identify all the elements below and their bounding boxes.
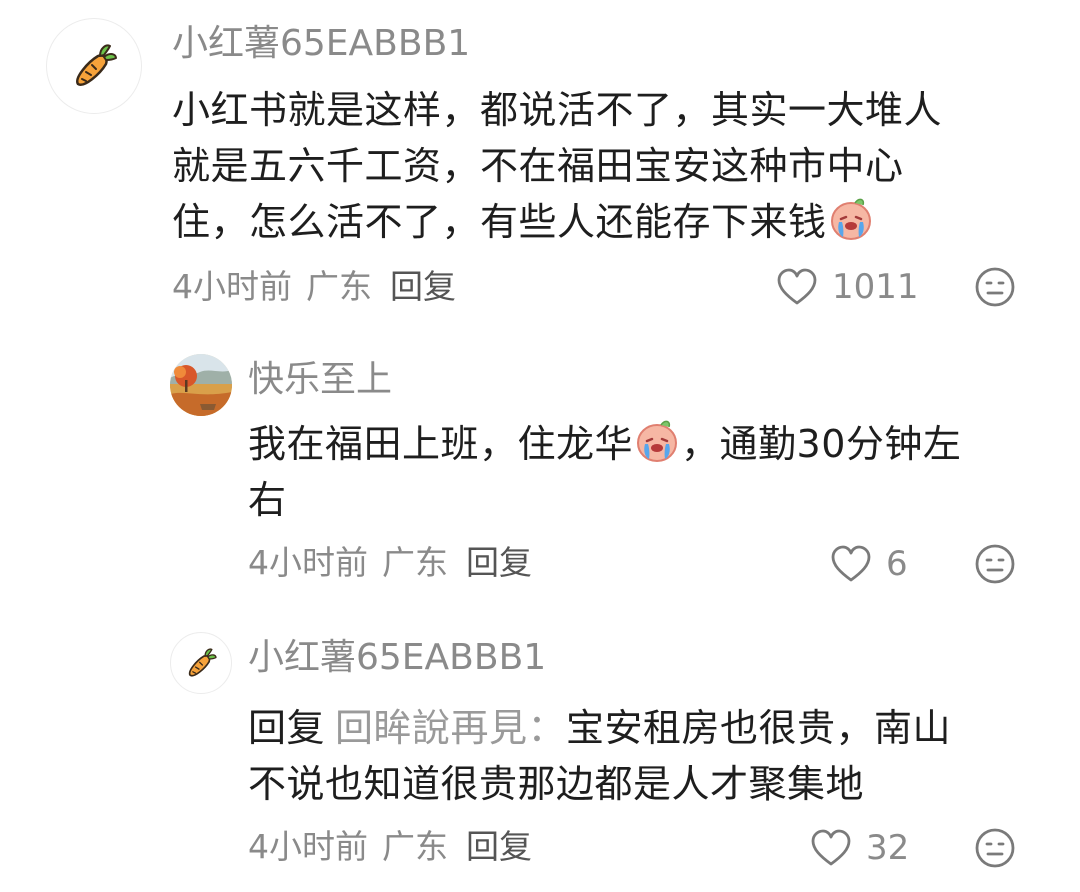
comment-text-line: 回复 回眸說再見：宝安租房也很贵，南山: [248, 700, 951, 756]
dislike-icon[interactable]: [974, 827, 1016, 869]
comment-meta: 4小时前 广东 回复: [172, 270, 470, 303]
comment-username[interactable]: 小红薯65EABBB1: [172, 26, 470, 62]
like-button[interactable]: 32: [810, 829, 909, 867]
comment-text: 我在福田上班，住龙华 ，通勤30分钟左 右: [248, 416, 961, 528]
autumn-landscape-avatar: [170, 354, 232, 416]
comment-text-line: 就是五六千工资，不在福田宝安这种市中心: [172, 144, 904, 188]
like-button[interactable]: 1011: [776, 268, 919, 306]
comment-time: 4小时前: [248, 543, 368, 582]
comment-text-line: 我在福田上班，住龙华 ，通勤30分钟左: [248, 416, 961, 472]
comment-time: 4小时前: [248, 827, 368, 866]
carrot-icon: [76, 44, 117, 86]
comment-username[interactable]: 小红薯65EABBB1: [248, 640, 546, 676]
dislike-icon[interactable]: [974, 266, 1016, 308]
comment-text-line: 不说也知道很贵那边都是人才聚集地: [248, 762, 865, 806]
like-count: 32: [866, 828, 910, 868]
comment-username[interactable]: 快乐至上: [248, 362, 392, 398]
comment-meta: 4小时前 广东 回复: [248, 830, 546, 863]
reply-prefix: 回复: [248, 706, 326, 750]
heart-icon: [831, 545, 871, 582]
comment-text-segment: 住，怎么活不了，有些人还能存下来钱: [172, 200, 827, 244]
comment-location: 广东: [382, 543, 448, 582]
user-avatar[interactable]: [170, 354, 232, 416]
comment-text-segment: 宝安租房也很贵，南山: [566, 706, 952, 750]
comment-text: 小红书就是这样，都说活不了，其实一大堆人 就是五六千工资，不在福田宝安这种市中心…: [172, 82, 942, 250]
comment-text-line: 住，怎么活不了，有些人还能存下来钱: [172, 194, 942, 250]
user-avatar[interactable]: [170, 632, 232, 694]
comment-location: 广东: [306, 267, 372, 306]
heart-icon: [811, 829, 851, 866]
dislike-icon[interactable]: [974, 543, 1016, 585]
carrot-icon: [188, 648, 217, 677]
comment-time: 4小时前: [172, 267, 292, 306]
reply-button[interactable]: 回复: [466, 827, 532, 866]
comment-text-segment: ，通勤30分钟左: [681, 422, 962, 466]
like-count: 6: [886, 544, 908, 584]
reply-button[interactable]: 回复: [466, 543, 532, 582]
reply-button[interactable]: 回复: [390, 267, 456, 306]
crying-face-emoji: [830, 198, 871, 240]
user-avatar[interactable]: [46, 18, 142, 114]
comment-text-line: 右: [248, 478, 287, 522]
comment-text-line: 小红书就是这样，都说活不了，其实一大堆人: [172, 88, 943, 132]
crying-face-emoji: [637, 420, 678, 462]
comment-text: 回复 回眸說再見：宝安租房也很贵，南山 不说也知道很贵那边都是人才聚集地: [248, 700, 951, 812]
heart-icon: [777, 268, 817, 305]
comment-location: 广东: [382, 827, 448, 866]
comment-text-segment: 我在福田上班，住龙华: [248, 422, 634, 466]
like-count: 1011: [832, 267, 919, 307]
comment-meta: 4小时前 广东 回复: [248, 546, 546, 579]
reply-target-username[interactable]: 回眸說再見：: [335, 706, 566, 750]
like-button[interactable]: 6: [830, 545, 908, 583]
